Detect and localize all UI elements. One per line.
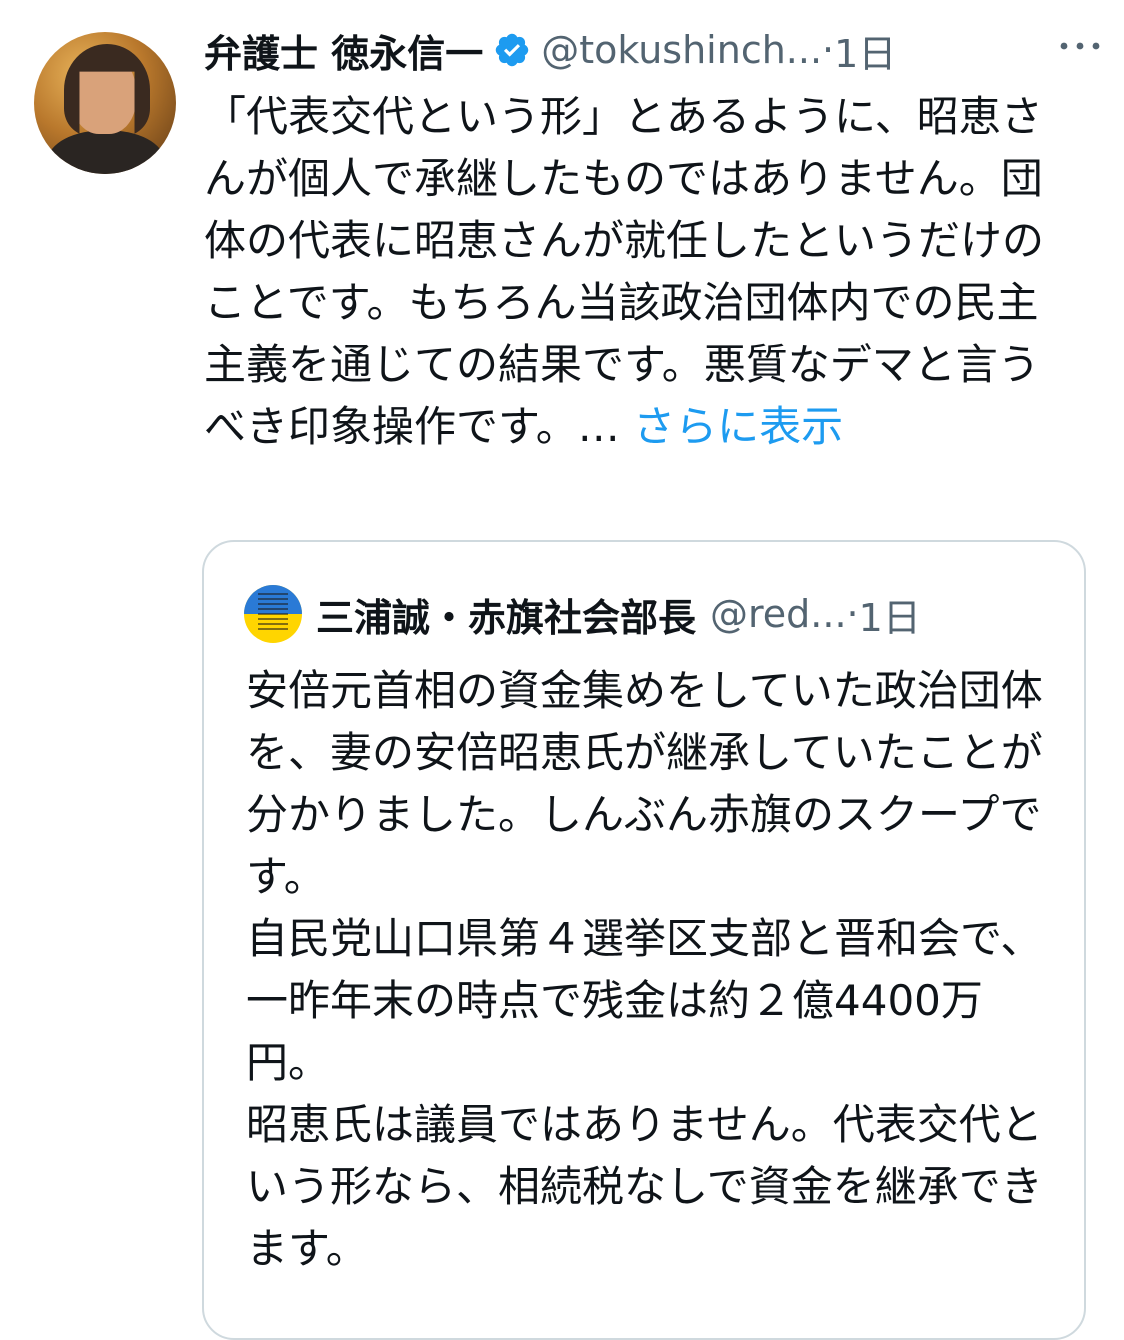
quoted-author-display-name[interactable]: 三浦誠・赤旗社会部長 <box>316 587 696 642</box>
quoted-author-avatar[interactable] <box>244 585 302 643</box>
author-display-name[interactable]: 弁護士 徳永信一 <box>204 23 483 78</box>
tweet[interactable]: 弁護士 徳永信一 @tokushinch... · 1日 「代表交代という形」と… <box>0 0 1124 1340</box>
verified-badge-icon <box>496 33 529 67</box>
quoted-tweet-card[interactable]: 三浦誠・赤旗社会部長 @red... · 1日 安倍元首相の資金集めをしていた政… <box>202 540 1086 1340</box>
tweet-text: 「代表交代という形」とあるように、昭恵さんが個人で承継したものではありません。団… <box>204 92 1045 451</box>
more-options-icon[interactable] <box>1056 36 1104 56</box>
show-more-link[interactable]: さらに表示 <box>633 402 843 451</box>
tweet-body: 「代表交代という形」とあるように、昭恵さんが個人で承継したものではありません。団… <box>204 86 1064 458</box>
quoted-tweet-text: 安倍元首相の資金集めをしていた政治団体を、妻の安倍昭恵氏が継承していたことが分か… <box>246 666 1043 1273</box>
quoted-author-handle[interactable]: @red... <box>710 592 847 636</box>
header-separator: · <box>822 28 835 72</box>
avatar-text-lines <box>258 593 288 633</box>
tweet-timestamp[interactable]: 1日 <box>834 23 896 78</box>
quoted-header-separator: · <box>846 592 859 636</box>
author-handle[interactable]: @tokushinch... <box>541 28 822 72</box>
avatar-body-shape <box>48 130 164 174</box>
tweet-header: 弁護士 徳永信一 @tokushinch... · 1日 <box>204 22 1104 78</box>
quoted-tweet-header: 三浦誠・赤旗社会部長 @red... · 1日 <box>244 584 1064 644</box>
quoted-tweet-timestamp[interactable]: 1日 <box>859 587 921 642</box>
author-avatar[interactable] <box>34 32 176 174</box>
